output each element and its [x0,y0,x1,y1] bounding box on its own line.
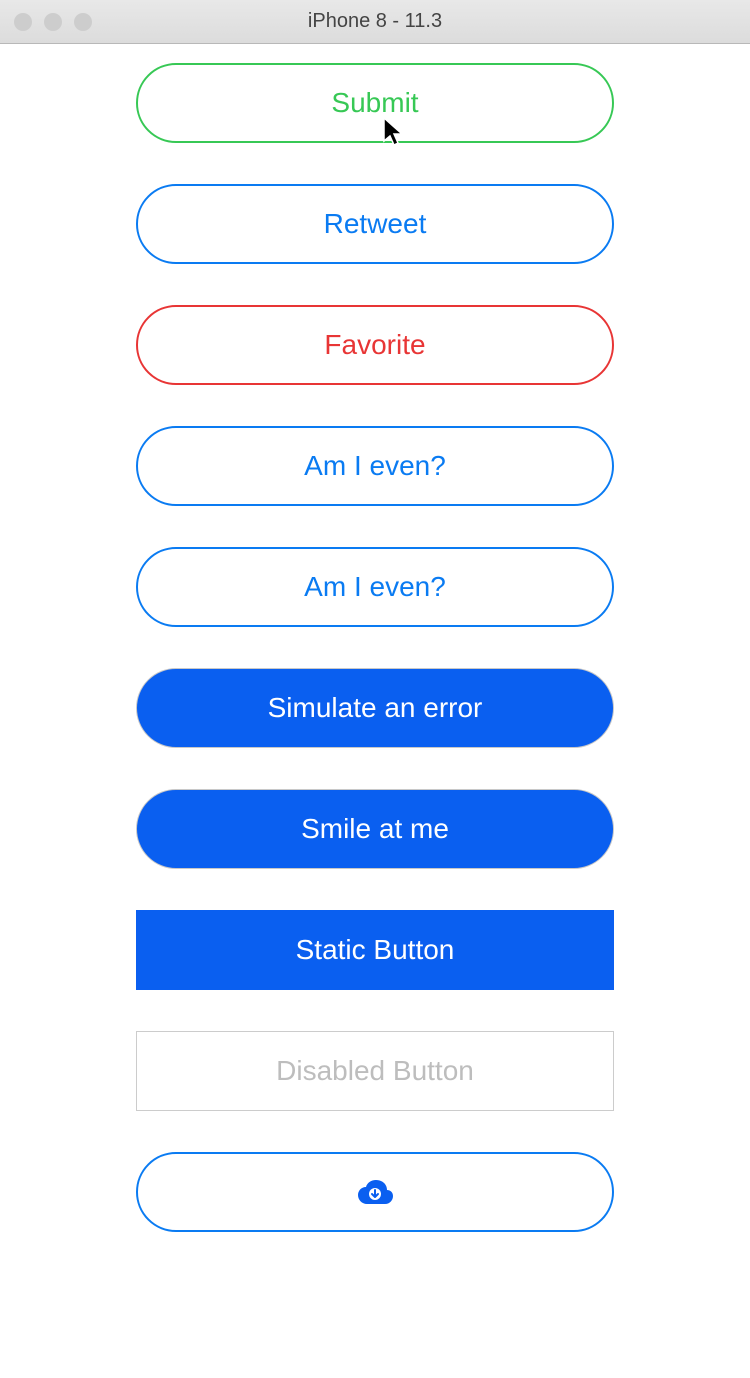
am-i-even-button-2[interactable]: Am I even? [136,547,614,627]
cloud-download-button[interactable] [136,1152,614,1232]
disabled-button: Disabled Button [136,1031,614,1111]
simulate-error-button-label: Simulate an error [268,692,483,724]
submit-button-label: Submit [331,87,418,119]
cloud-download-icon [355,1177,395,1207]
smile-button[interactable]: Smile at me [136,789,614,869]
retweet-button-label: Retweet [324,208,427,240]
disabled-button-label: Disabled Button [276,1055,474,1087]
static-button[interactable]: Static Button [136,910,614,990]
button-list: Submit Retweet Favorite Am I even? Am I … [0,44,750,1232]
window-title: iPhone 8 - 11.3 [308,10,442,33]
static-button-label: Static Button [296,934,455,966]
simulate-error-button[interactable]: Simulate an error [136,668,614,748]
smile-button-label: Smile at me [301,813,449,845]
am-i-even-button-1[interactable]: Am I even? [136,426,614,506]
favorite-button[interactable]: Favorite [136,305,614,385]
cursor-icon [383,117,405,149]
submit-button[interactable]: Submit [136,63,614,143]
am-i-even-button-2-label: Am I even? [304,571,446,603]
favorite-button-label: Favorite [324,329,425,361]
window-titlebar: iPhone 8 - 11.3 [0,0,750,44]
maximize-window-button[interactable] [74,13,92,31]
close-window-button[interactable] [14,13,32,31]
retweet-button[interactable]: Retweet [136,184,614,264]
am-i-even-button-1-label: Am I even? [304,450,446,482]
traffic-lights [14,13,92,31]
minimize-window-button[interactable] [44,13,62,31]
